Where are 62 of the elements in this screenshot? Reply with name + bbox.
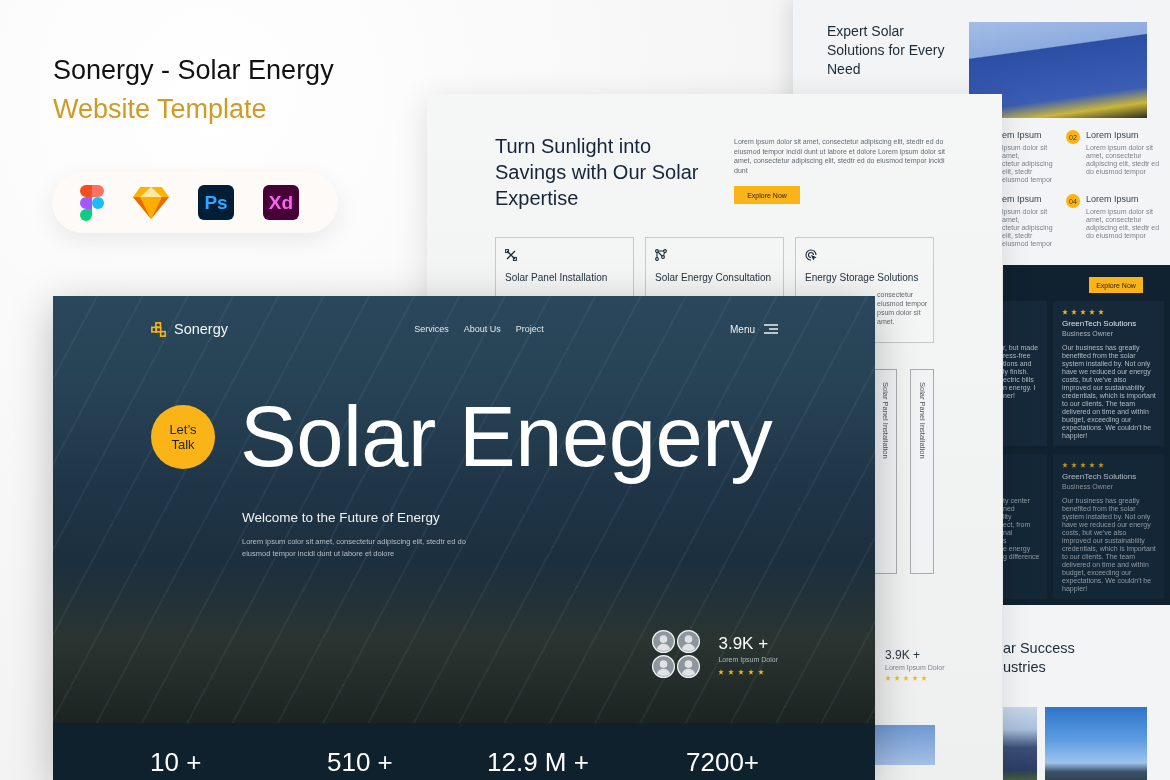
menu-icon [764, 324, 778, 334]
avatar-icon [677, 630, 701, 653]
xd-logo: Xd [263, 185, 299, 220]
nav-link[interactable]: About Us [463, 324, 501, 334]
figma-icon [80, 184, 104, 221]
star-icon [1080, 309, 1086, 315]
service-title: Solar Panel Installation [505, 272, 609, 284]
diamond-icon [133, 186, 169, 219]
star-icon [1098, 462, 1104, 468]
lets-talk-button[interactable]: Let’s Talk [151, 405, 215, 469]
nav-link[interactable]: Services [414, 324, 449, 334]
star-icon [1071, 462, 1077, 468]
star-icon [885, 675, 891, 681]
star-icon [748, 668, 755, 675]
star-icon [728, 668, 735, 675]
reviewer-name: GreenTech Solutions [1062, 319, 1138, 328]
star-icon [921, 675, 927, 681]
star-icon [1089, 462, 1095, 468]
stat-value: 12.9 M + [487, 748, 589, 779]
stat-value: 510 + [327, 748, 393, 779]
nav-link[interactable]: Project [515, 324, 544, 334]
photoshop-logo: Ps [198, 185, 234, 220]
star-icon [1062, 462, 1068, 468]
logo-icon [151, 321, 166, 337]
menu-button[interactable]: Menu [730, 323, 778, 335]
target-icon [805, 249, 817, 261]
nodes-icon [655, 249, 667, 261]
star-icon [894, 675, 900, 681]
hero-subtitle: Welcome to the Future of Energy [242, 509, 440, 527]
feature-title: Lorem Ipsum [1086, 130, 1140, 141]
avatar-icon [677, 655, 701, 678]
review-count: 3.9K + [885, 648, 922, 662]
star-icon [1080, 462, 1086, 468]
service-title: Solar Energy Consultation [655, 272, 773, 284]
service-title: Energy Storage Solutions [805, 272, 920, 284]
feature-title: em Ipsum [1002, 130, 1043, 141]
section-heading: Turn Sunlight into Savings with Our Solar Expertise [495, 134, 700, 211]
star-icon [912, 675, 918, 681]
star-icon [718, 668, 725, 675]
feature-title: Lorem Ipsum [1086, 194, 1140, 205]
promo-title: Sonergy - Solar Energy [53, 54, 334, 87]
star-icon [1071, 309, 1077, 315]
star-icon [1062, 309, 1068, 315]
star-icon [738, 668, 745, 675]
star-icon [758, 668, 765, 675]
promo-subtitle: Website Template [53, 93, 267, 126]
star-icon [1098, 309, 1104, 315]
review-count: 3.9K + [718, 633, 770, 654]
section-heading: ar Success ustries [1003, 639, 1076, 677]
stat-value: 10 + [150, 748, 202, 779]
feature-title: em Ipsum [1002, 194, 1043, 205]
crossed-tools-icon [505, 249, 517, 261]
hero-title: Solar Enegery [240, 388, 774, 486]
avatar-icon [652, 655, 676, 678]
brand-name: Sonergy [174, 321, 228, 337]
section-heading: Expert Solar Solutions for Every Need [827, 22, 946, 79]
star-icon [1089, 309, 1095, 315]
star-icon [903, 675, 909, 681]
avatar-icon [652, 630, 676, 653]
reviewer-name: GreenTech Solutions [1062, 472, 1138, 481]
stat-value: 7200+ [686, 748, 760, 779]
photo-placeholder [875, 725, 935, 765]
